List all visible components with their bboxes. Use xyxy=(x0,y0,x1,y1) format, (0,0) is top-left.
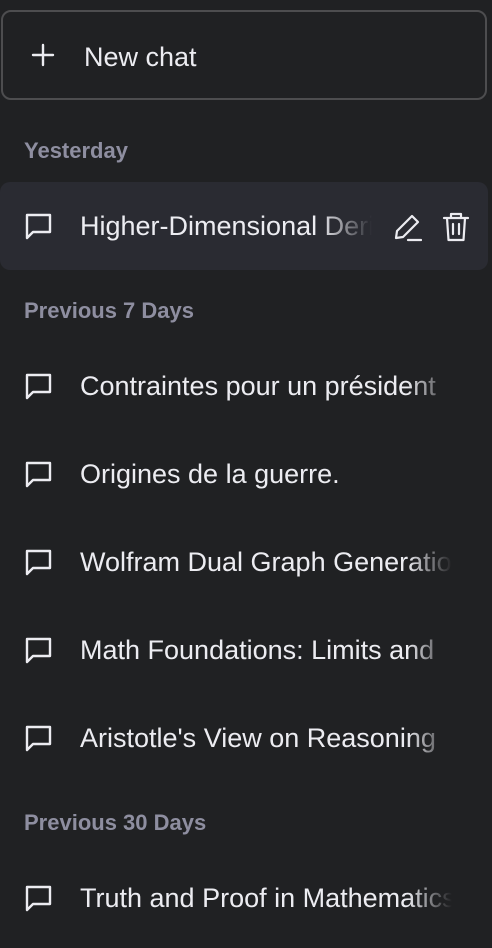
chat-item-title: Origines de la guerre. xyxy=(80,459,340,489)
chat-bubble-icon xyxy=(24,459,54,489)
delete-icon[interactable] xyxy=(441,211,471,243)
chat-bubble-icon xyxy=(24,723,54,753)
chat-item-title: Higher-Dimensional Derivatives xyxy=(80,211,372,241)
chat-item[interactable]: Origines de la guerre. xyxy=(0,430,488,518)
chat-item[interactable]: Wolfram Dual Graph Generation xyxy=(0,518,488,606)
chat-item-active[interactable]: Higher-Dimensional Derivatives xyxy=(0,182,488,270)
chat-item[interactable]: Contraintes pour un président xyxy=(0,342,488,430)
section-title-yesterday: Yesterday xyxy=(24,138,128,163)
chat-item-title: Math Foundations: Limits and xyxy=(80,635,435,665)
chat-bubble-icon xyxy=(24,635,54,665)
chat-bubble-icon xyxy=(24,371,54,401)
chat-bubble-icon xyxy=(24,883,54,913)
chat-item[interactable]: Math Foundations: Limits and xyxy=(0,606,488,694)
plus-icon xyxy=(31,43,55,67)
chat-item-title: Truth and Proof in Mathematics xyxy=(80,883,452,913)
chat-bubble-icon xyxy=(24,547,54,577)
new-chat-label: New chat xyxy=(84,42,197,72)
section-title-previous-30-days: Previous 30 Days xyxy=(24,810,207,835)
edit-icon[interactable] xyxy=(392,212,422,242)
chat-item-title: Contraintes pour un président xyxy=(80,371,436,401)
chat-item-title: Wolfram Dual Graph Generation xyxy=(80,547,452,577)
chat-history-sidebar: New chat Yesterday Higher-Dimensional De… xyxy=(0,0,492,948)
chat-item[interactable]: Aristotle's View on Reasoning xyxy=(0,694,488,782)
chat-item-title: Aristotle's View on Reasoning xyxy=(80,723,436,753)
chat-item[interactable]: Truth and Proof in Mathematics xyxy=(0,854,488,942)
chat-bubble-icon xyxy=(24,211,54,241)
section-title-previous-7-days: Previous 7 Days xyxy=(24,298,194,323)
new-chat-button[interactable]: New chat xyxy=(1,10,487,100)
